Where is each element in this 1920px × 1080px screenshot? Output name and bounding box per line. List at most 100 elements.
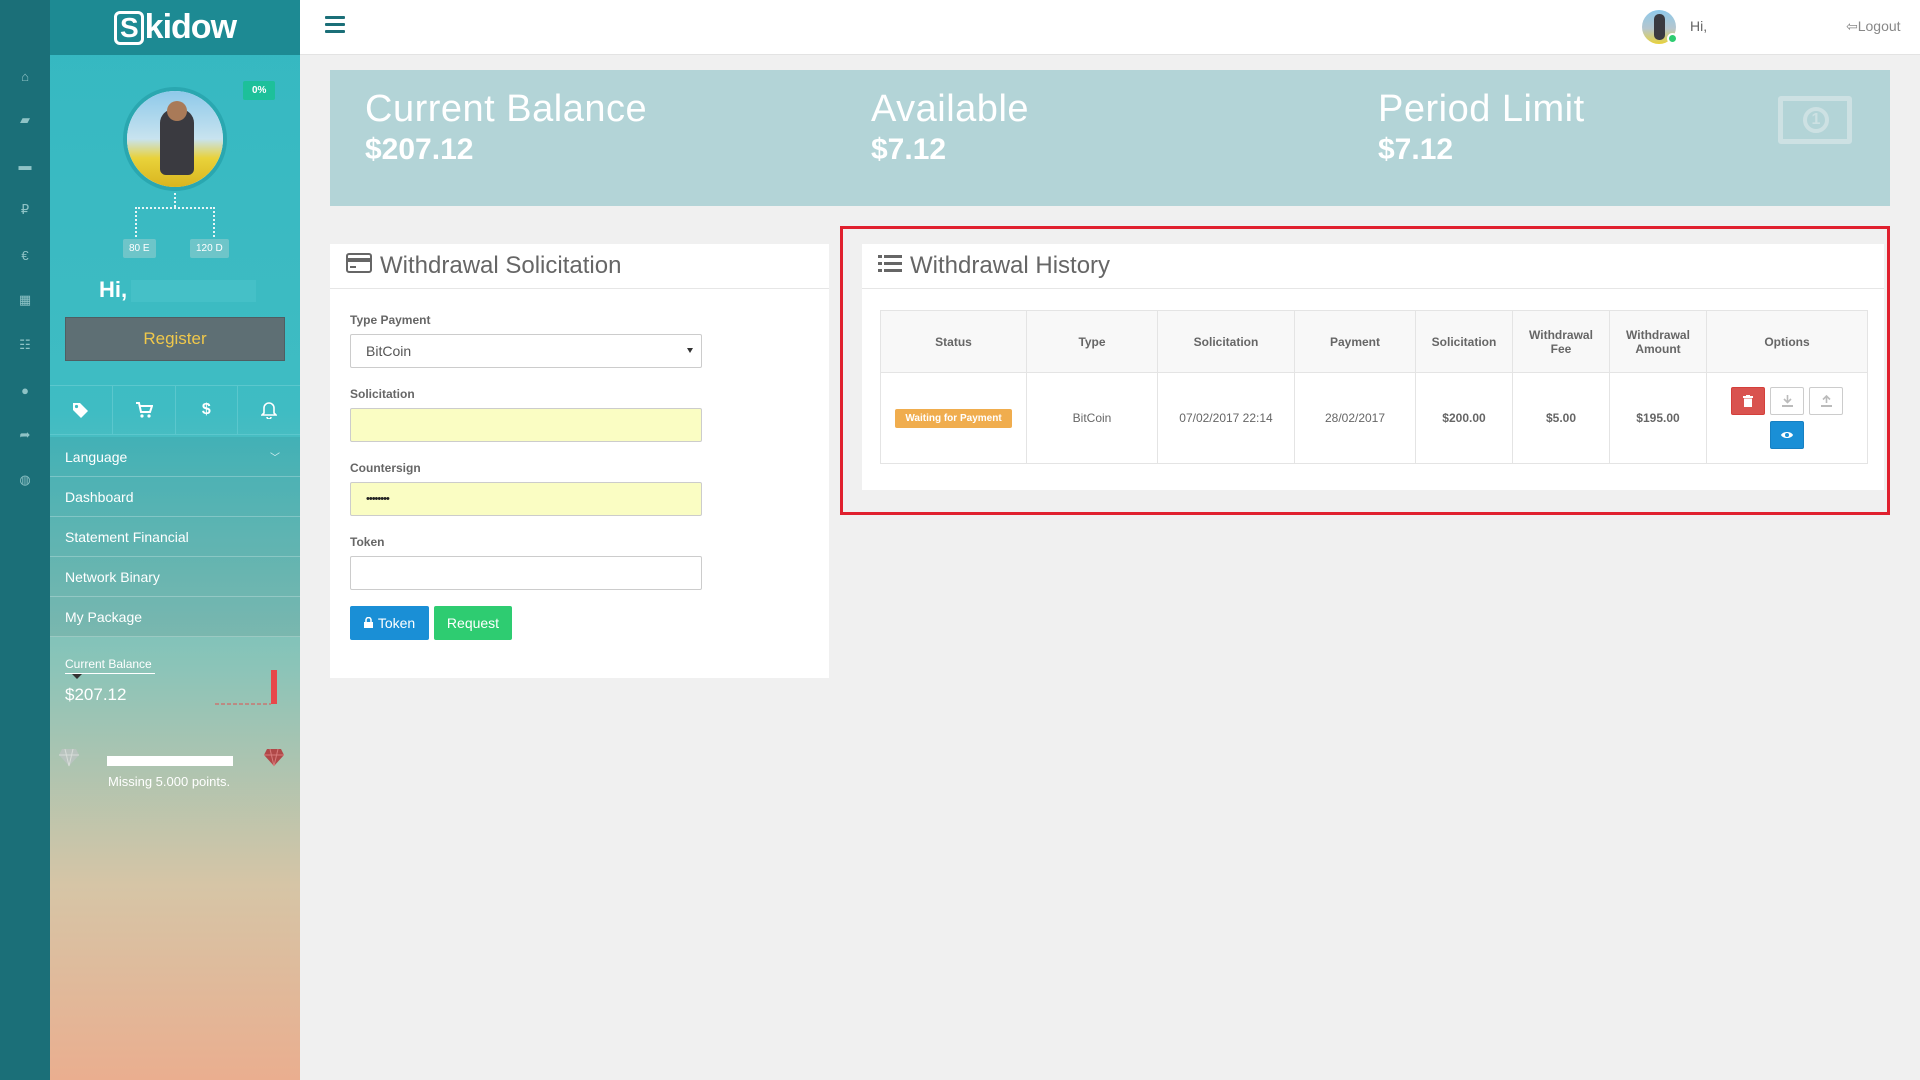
solicitation-label: Solicitation [350, 387, 415, 401]
status-cell: Waiting for Payment [880, 372, 1027, 464]
sidebar-menu: Language ﹀ Dashboard Statement Financial… [50, 437, 300, 637]
logout-link[interactable]: ⇦Logout [1846, 18, 1901, 35]
stat-label: Available [871, 88, 1030, 130]
online-status-dot [1667, 33, 1678, 44]
delete-button[interactable] [1730, 387, 1765, 415]
sidebar-item-label: Network Binary [65, 568, 160, 585]
caret-down-icon [72, 674, 82, 679]
logout-label: Logout [1857, 18, 1901, 34]
token-input[interactable] [350, 556, 702, 590]
trash-icon [1742, 395, 1753, 407]
balance-sparkline [215, 670, 277, 705]
eye-icon [1781, 432, 1793, 438]
sidebar-item-network-binary[interactable]: Network Binary [50, 557, 300, 597]
current-balance-label: Current Balance [65, 657, 155, 674]
column-header: Options [1706, 310, 1868, 373]
solicitation-input[interactable] [350, 408, 702, 442]
balance-banner: Current Balance $207.12 Available $7.12 … [330, 70, 1890, 206]
top-header: Hi, ⇦Logout [300, 0, 1920, 55]
points-progress-bar [107, 756, 233, 766]
sign-out-icon: ⇦ [1846, 18, 1858, 34]
money-bill-icon: 1 [1778, 96, 1852, 144]
solicitation-date-cell: 07/02/2017 22:14 [1157, 372, 1295, 464]
column-header: Withdrawal Fee [1512, 310, 1610, 373]
sidebar-item-label: Statement Financial [65, 528, 189, 545]
stat-current-balance: Current Balance $207.12 [365, 88, 647, 167]
stat-value: $207.12 [365, 133, 474, 166]
users-icon[interactable]: ● [0, 378, 50, 402]
home-icon[interactable]: ⌂ [0, 64, 50, 88]
greeting-text: Hi, [99, 277, 128, 302]
sidebar-item-statement-financial[interactable]: Statement Financial [50, 517, 300, 557]
type-cell: BitCoin [1026, 372, 1158, 464]
share-icon[interactable]: ➦ [0, 423, 50, 447]
profile-avatar[interactable] [123, 87, 227, 191]
panel-title: Withdrawal Solicitation [380, 252, 622, 279]
table-header-row: Status Type Solicitation Payment Solicit… [880, 310, 1868, 373]
folder-icon[interactable]: ▰ [0, 108, 50, 132]
user-greeting: Hi, [99, 277, 257, 303]
view-button[interactable] [1770, 421, 1804, 449]
column-header: Solicitation [1157, 310, 1295, 373]
sidebar: Skidow 0% 80 E 120 D Hi, Register $ Lang… [50, 0, 300, 1080]
tree-branch [135, 207, 215, 237]
sidebar-item-my-package[interactable]: My Package [50, 597, 300, 637]
token-button[interactable]: Token [350, 606, 429, 640]
tags-icon[interactable] [50, 386, 113, 434]
ruble-icon[interactable]: ₽ [0, 198, 50, 222]
current-balance-value: $207.12 [65, 685, 127, 704]
node-right[interactable]: 120 D [190, 239, 229, 258]
tree-connector [174, 193, 176, 207]
logo-text: kidow [144, 8, 237, 46]
calculator-icon[interactable]: ▦ [0, 288, 50, 312]
diamond-gray-icon [59, 748, 79, 767]
register-button[interactable]: Register [65, 317, 285, 361]
progress-badge: 0% [243, 81, 276, 100]
countersign-password-input[interactable]: •••••••• [350, 482, 702, 516]
stat-period-limit: Period Limit $7.12 [1378, 88, 1585, 167]
bell-icon[interactable] [238, 386, 300, 434]
user-name-redacted [131, 280, 257, 303]
hamburger-menu-icon[interactable] [325, 16, 345, 34]
dollar-icon[interactable]: $ [176, 386, 239, 434]
request-button[interactable]: Request [434, 606, 512, 640]
cart-icon[interactable] [113, 386, 176, 434]
type-payment-select[interactable]: BitCoin [350, 334, 702, 368]
status-badge: Waiting for Payment [895, 408, 1012, 428]
header-greeting: Hi, [1690, 18, 1708, 34]
options-cell [1706, 372, 1868, 464]
stat-available: Available $7.12 [871, 88, 1029, 167]
payment-date-cell: 28/02/2017 [1294, 372, 1416, 464]
countersign-label: Countersign [350, 461, 421, 475]
type-payment-label: Type Payment [350, 313, 431, 327]
chevron-down-icon: ﹀ [270, 453, 280, 464]
withdrawal-solicitation-panel: Withdrawal Solicitation Type Payment Bit… [330, 244, 829, 678]
euro-icon[interactable]: € [0, 243, 50, 267]
withdrawal-history-table: Status Type Solicitation Payment Solicit… [880, 310, 1868, 464]
stat-label: Current Balance [365, 88, 648, 130]
globe-icon[interactable]: ◍ [0, 468, 50, 492]
download-button[interactable] [1770, 387, 1804, 415]
sidebar-item-dashboard[interactable]: Dashboard [50, 477, 300, 517]
sidebar-item-language[interactable]: Language ﹀ [50, 437, 300, 477]
quick-actions: $ [50, 385, 300, 435]
solicitation-amount-cell: $200.00 [1415, 372, 1513, 464]
table-row: Waiting for Payment BitCoin 07/02/2017 2… [880, 372, 1868, 464]
sidebar-item-label: Dashboard [65, 488, 134, 505]
brand-logo[interactable]: Skidow [50, 0, 300, 55]
credit-card-icon [346, 252, 372, 280]
column-header: Status [880, 310, 1027, 373]
column-header: Solicitation [1415, 310, 1513, 373]
logo-mark: S [113, 10, 144, 45]
stat-value: $7.12 [1378, 133, 1454, 166]
amount-cell: $195.00 [1609, 372, 1707, 464]
diamond-red-icon [264, 748, 284, 767]
token-button-label: Token [377, 615, 416, 631]
upload-button[interactable] [1809, 387, 1844, 415]
node-left[interactable]: 80 E [123, 239, 156, 258]
sidebar-item-label: My Package [65, 608, 143, 625]
token-label: Token [350, 535, 385, 549]
sidebar-item-label: Language [65, 448, 128, 465]
grid-icon[interactable]: ☷ [0, 333, 50, 357]
briefcase-icon[interactable]: ▬ [0, 153, 50, 177]
